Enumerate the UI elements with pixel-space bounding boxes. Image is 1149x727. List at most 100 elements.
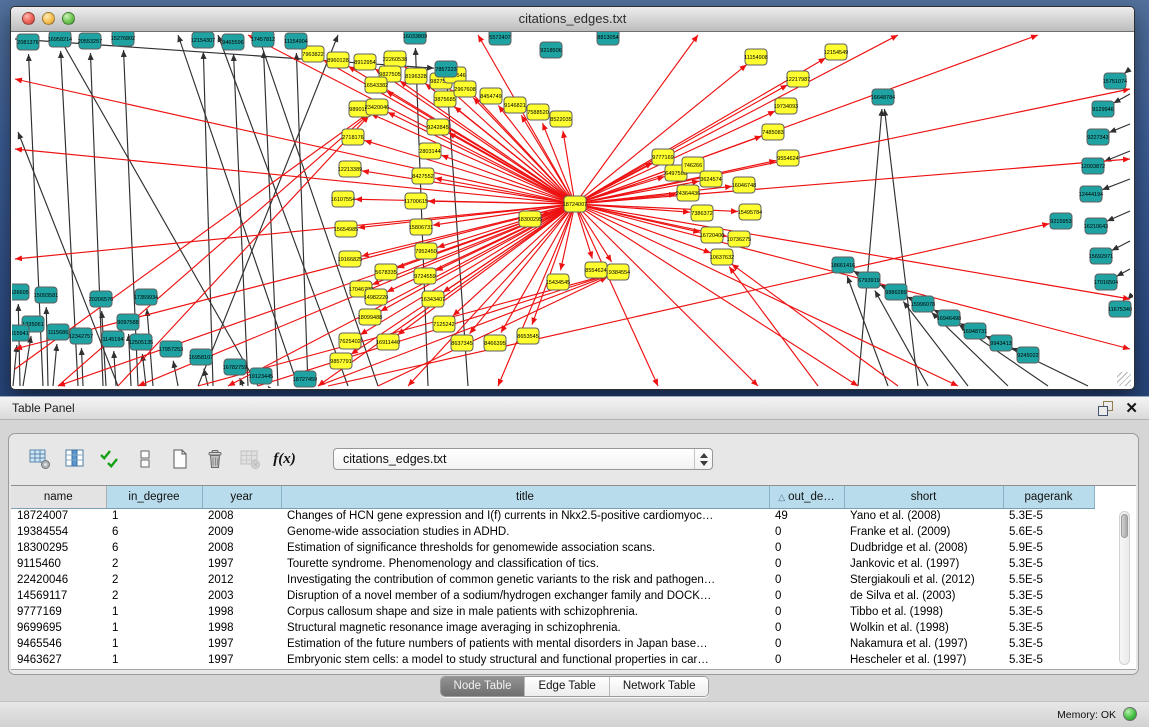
tab-edge-table[interactable]: Edge Table xyxy=(525,677,609,696)
graph-node[interactable]: 6793919 xyxy=(858,272,880,288)
network-view-canvas[interactable]: 1872400779638228960128891295422260538982… xyxy=(12,32,1133,388)
graph-node-selected[interactable]: 8554624 xyxy=(585,262,607,278)
graph-node[interactable]: 16958107 xyxy=(189,349,213,365)
graph-node-selected[interactable]: 16911440 xyxy=(376,334,400,350)
graph-node[interactable]: 20206576 xyxy=(89,291,113,307)
graph-node-selected[interactable]: 8960128 xyxy=(327,52,349,68)
graph-node-selected[interactable]: 14982220 xyxy=(364,289,388,305)
graph-node-selected[interactable]: 9554624 xyxy=(777,150,799,166)
tab-network-table[interactable]: Network Table xyxy=(610,677,709,696)
graph-node[interactable]: 15751074 xyxy=(1103,73,1127,89)
graph-node-selected[interactable]: 9724559 xyxy=(414,268,436,284)
graph-node-selected[interactable]: 8466395 xyxy=(484,335,506,351)
graph-node-selected[interactable]: 9857791 xyxy=(330,353,352,369)
function-builder-icon[interactable]: f(x) xyxy=(271,446,298,473)
table-selector-dropdown[interactable]: citations_edges.txt xyxy=(333,448,713,470)
column-header-out_de[interactable]: △out_de… xyxy=(769,486,844,508)
table-row[interactable]: 2242004622012Investigating the contribut… xyxy=(11,572,1094,588)
graph-node[interactable]: 16648784 xyxy=(871,89,895,105)
graph-node-selected[interactable]: 19384554 xyxy=(606,264,630,280)
graph-node-selected[interactable]: 18300295 xyxy=(518,211,542,227)
graph-node-selected[interactable]: 8912954 xyxy=(354,54,376,70)
graph-node-selected[interactable]: 8653545 xyxy=(517,328,539,344)
graph-node[interactable]: 15093581 xyxy=(34,287,58,303)
clear-selection-icon[interactable] xyxy=(131,446,158,473)
graph-node[interactable]: 9943413 xyxy=(990,335,1012,351)
graph-node-selected[interactable]: 9242845 xyxy=(427,119,449,135)
graph-node[interactable]: 19123445 xyxy=(249,368,273,384)
graph-node-selected[interactable]: 16543382 xyxy=(364,77,388,93)
graph-node-selected[interactable]: 10637632 xyxy=(710,249,734,265)
graph-node-selected[interactable]: 23420046 xyxy=(365,99,389,115)
graph-node[interactable]: 11675340 xyxy=(1108,301,1132,317)
graph-node[interactable]: 1145194 xyxy=(102,331,124,347)
graph-node-selected[interactable]: 3875685 xyxy=(434,91,456,107)
table-row[interactable]: 1456911722003Disruption of a novel membe… xyxy=(11,588,1094,604)
table-row[interactable]: 911546021997Tourette syndrome. Phenomeno… xyxy=(11,556,1094,572)
graph-node[interactable]: 9218506 xyxy=(540,42,562,58)
graph-node[interactable]: 9245022 xyxy=(1017,347,1039,363)
graph-node-selected[interactable]: 8427552 xyxy=(412,168,434,184)
graph-node-selected[interactable]: 3624574 xyxy=(700,171,722,187)
table-vertical-scrollbar[interactable] xyxy=(1119,511,1130,665)
graph-node-selected[interactable]: 24364436 xyxy=(676,185,700,201)
graph-node[interactable]: 12444194 xyxy=(1079,186,1103,202)
graph-node-selected[interactable]: 8196328 xyxy=(405,68,427,84)
graph-node-selected[interactable]: 18724007 xyxy=(563,196,587,212)
scrollbar-thumb[interactable] xyxy=(1121,514,1128,538)
graph-node-selected[interactable]: 16107554 xyxy=(331,191,355,207)
graph-node-selected[interactable]: 15434545 xyxy=(546,274,570,290)
graph-node[interactable]: 9886289 xyxy=(885,284,907,300)
network-window-titlebar[interactable]: citations_edges.txt xyxy=(11,7,1134,32)
graph-node-selected[interactable]: 12154549 xyxy=(824,44,848,60)
graph-node[interactable]: 2081376 xyxy=(17,34,39,50)
graph-node[interactable]: 12093872 xyxy=(1081,158,1105,174)
graph-node-selected[interactable]: 16046748 xyxy=(732,177,756,193)
column-header-short[interactable]: short xyxy=(844,486,1003,508)
delete-column-icon[interactable] xyxy=(201,446,228,473)
graph-node-selected[interactable]: 16720406 xyxy=(700,227,724,243)
graph-node[interactable]: 11154904 xyxy=(284,33,308,49)
graph-node-selected[interactable]: 7952450 xyxy=(415,243,437,259)
graph-node-selected[interactable]: 8522035 xyxy=(550,111,572,127)
graph-node-selected[interactable]: 7386372 xyxy=(691,205,713,221)
table-row[interactable]: 977716911998Corpus callosum shape and si… xyxy=(11,604,1094,620)
tab-node-table[interactable]: Node Table xyxy=(441,677,526,696)
graph-node-selected[interactable]: 7125242 xyxy=(433,316,455,332)
graph-node[interactable]: 17359934 xyxy=(134,289,158,305)
graph-node[interactable]: 18661416 xyxy=(831,257,855,273)
graph-node[interactable]: 8813054 xyxy=(597,32,619,45)
graph-node[interactable]: 2526605 xyxy=(12,284,29,300)
graph-node[interactable]: 1115686 xyxy=(47,324,69,340)
graph-node-selected[interactable]: 746266 xyxy=(682,157,704,173)
column-header-pagerank[interactable]: pagerank xyxy=(1003,486,1094,508)
graph-node[interactable]: 9465596 xyxy=(222,34,244,50)
graph-node-selected[interactable]: 18099488 xyxy=(358,309,382,325)
graph-node[interactable]: 15996078 xyxy=(911,296,935,312)
graph-node-selected[interactable]: 15495784 xyxy=(738,204,762,220)
graph-node-selected[interactable]: 16343407 xyxy=(421,291,445,307)
float-panel-icon[interactable] xyxy=(1098,401,1113,416)
graph-node-selected[interactable]: 8454749 xyxy=(480,88,502,104)
graph-node[interactable]: 3915941 xyxy=(12,325,29,341)
graph-node[interactable]: 12342757 xyxy=(69,328,93,344)
zoom-window-button[interactable] xyxy=(62,12,75,25)
table-row[interactable]: 946554611997Estimation of the future num… xyxy=(11,636,1094,652)
graph-node-selected[interactable]: 2803144 xyxy=(419,143,441,159)
graph-node-selected[interactable]: 11700615 xyxy=(404,193,428,209)
graph-node[interactable]: 17457812 xyxy=(251,32,275,47)
window-resize-grip[interactable] xyxy=(1117,372,1131,386)
table-row[interactable]: 969969511998Structural magnetic resonanc… xyxy=(11,620,1094,636)
graph-node[interactable]: 9129946 xyxy=(1092,101,1114,117)
graph-node-selected[interactable]: 7588520 xyxy=(527,104,549,120)
graph-node-selected[interactable]: 8637345 xyxy=(451,335,473,351)
graph-node[interactable]: 9227343 xyxy=(1087,129,1109,145)
graph-node-selected[interactable]: 10736275 xyxy=(727,231,751,247)
import-table-icon[interactable] xyxy=(236,446,263,473)
graph-node[interactable]: 15692971 xyxy=(1089,248,1113,264)
graph-node[interactable]: 7857223 xyxy=(435,61,457,77)
table-row[interactable]: 1872400712008Changes of HCN gene express… xyxy=(11,508,1094,524)
graph-node[interactable]: 16782759 xyxy=(223,359,247,375)
graph-node[interactable]: 9097588 xyxy=(117,314,139,330)
select-all-icon[interactable] xyxy=(96,446,123,473)
